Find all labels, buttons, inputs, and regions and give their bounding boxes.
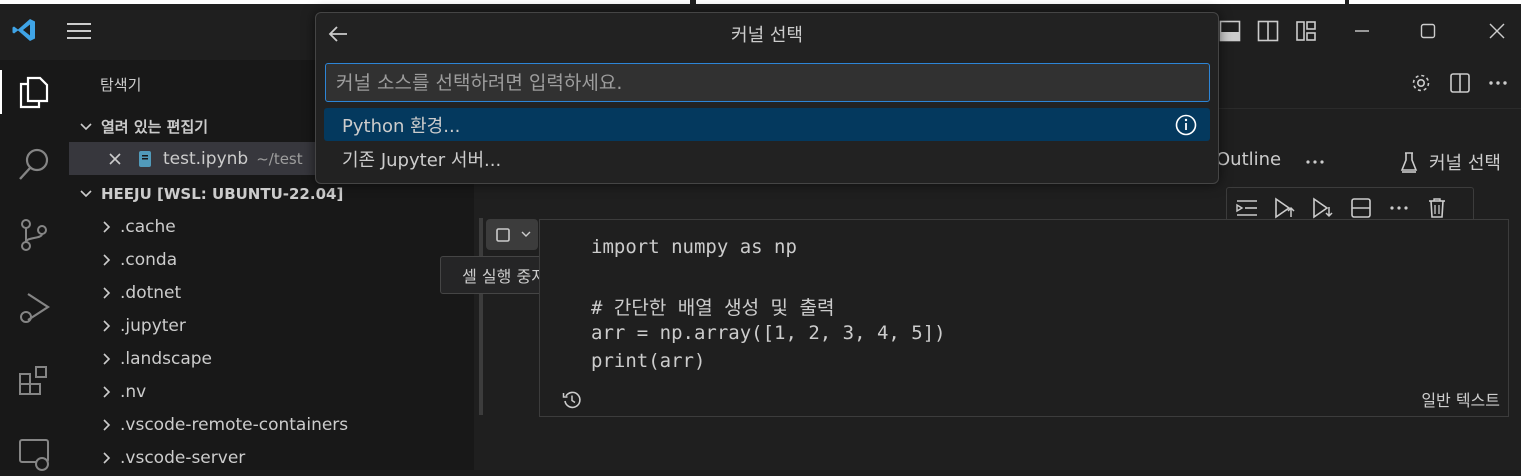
folder-label: .vscode-server xyxy=(120,447,246,468)
code-line: import numpy as np xyxy=(591,236,797,258)
activity-bar xyxy=(0,60,69,471)
chevron-right-icon xyxy=(103,253,111,266)
customize-layout-icon[interactable] xyxy=(1292,17,1320,45)
folder-item[interactable]: .jupyter xyxy=(69,309,474,342)
chevron-right-icon xyxy=(103,418,111,431)
code-line: arr = np.array([1, 2, 3, 4, 5]) xyxy=(591,321,946,344)
kernel-quick-pick: 커널 선택 Python 환경... 기존 Jupyter 서버... xyxy=(315,12,1219,184)
folder-item[interactable]: .vscode-server xyxy=(69,441,474,474)
stop-execution-button[interactable] xyxy=(486,219,538,250)
execute-above-icon[interactable] xyxy=(1233,195,1261,221)
folder-item[interactable]: .cache xyxy=(69,210,474,243)
open-editor-path: ~/test xyxy=(256,149,303,168)
outline-button[interactable]: Outline xyxy=(1216,149,1281,170)
sidebar-title: 탐색기 xyxy=(100,76,142,94)
folder-item[interactable]: .dotnet xyxy=(69,276,474,309)
quick-pick-item-label: 기존 Jupyter 서버... xyxy=(342,149,502,171)
source-control-icon[interactable] xyxy=(12,213,56,257)
explorer-icon[interactable] xyxy=(0,70,56,114)
folder-item[interactable]: .vscode-remote-containers xyxy=(69,408,474,441)
quick-pick-item-jupyter-server[interactable]: 기존 Jupyter 서버... xyxy=(324,142,1210,175)
vscode-logo-icon xyxy=(8,16,40,44)
open-editor-filename: test.ipynb xyxy=(163,148,249,169)
cell-focus-indicator xyxy=(479,218,483,415)
notebook-file-icon xyxy=(139,150,151,167)
code-line: # 간단한 배열 생성 및 출력 xyxy=(591,297,835,320)
kernel-source-input[interactable] xyxy=(325,63,1210,102)
folder-label: .nv xyxy=(120,381,147,402)
folder-label: .conda xyxy=(120,249,178,270)
workspace-label: HEEJU [WSL: UBUNTU-22.04] xyxy=(101,184,344,203)
run-cells-below-icon[interactable] xyxy=(1309,195,1337,221)
chevron-right-icon xyxy=(103,319,111,332)
cell-more-icon[interactable] xyxy=(1385,195,1413,221)
toggle-panel-icon[interactable] xyxy=(1216,17,1244,45)
close-window-icon[interactable] xyxy=(1481,17,1513,45)
cell-language-label[interactable]: 일반 텍스트 xyxy=(1421,387,1500,411)
folder-item[interactable]: .nv xyxy=(69,375,474,408)
folder-item[interactable]: .landscape xyxy=(69,342,474,375)
run-cells-above-icon[interactable] xyxy=(1271,195,1299,221)
more-actions-icon[interactable] xyxy=(1485,70,1511,96)
execution-history-icon[interactable] xyxy=(560,388,584,412)
folder-label: .jupyter xyxy=(120,315,186,336)
settings-gear-icon[interactable] xyxy=(1408,70,1434,96)
stop-square-icon xyxy=(490,222,516,247)
minimize-icon[interactable] xyxy=(1346,17,1378,45)
search-icon[interactable] xyxy=(12,142,56,186)
delete-cell-icon[interactable] xyxy=(1423,195,1451,221)
remote-explorer-icon[interactable] xyxy=(12,432,56,476)
split-cell-icon[interactable] xyxy=(1347,195,1375,221)
open-editors-label: 열려 있는 편집기 xyxy=(101,118,209,136)
notebook-more-icon[interactable] xyxy=(1302,150,1328,174)
folder-label: .vscode-remote-containers xyxy=(120,414,349,435)
menu-icon[interactable] xyxy=(64,18,94,44)
chevron-right-icon xyxy=(103,385,111,398)
code-cell[interactable]: import numpy as np # 간단한 배열 생성 및 출력 arr = … xyxy=(539,219,1509,417)
chevron-right-icon xyxy=(103,220,111,233)
folder-item[interactable]: .conda xyxy=(69,243,474,276)
chevron-right-icon xyxy=(103,451,111,464)
chevron-down-icon xyxy=(80,122,92,130)
chevron-down-icon[interactable] xyxy=(517,224,535,244)
code-editor[interactable]: import numpy as np # 간단한 배열 생성 및 출력 arr = … xyxy=(591,236,946,379)
split-editor-icon[interactable] xyxy=(1447,70,1473,96)
code-line: print(arr) xyxy=(591,350,706,373)
select-kernel-button[interactable]: 커널 선택 xyxy=(1429,149,1501,175)
info-icon[interactable] xyxy=(1174,113,1198,137)
close-editor-icon[interactable] xyxy=(108,152,122,166)
run-debug-icon[interactable] xyxy=(12,286,56,330)
chevron-right-icon xyxy=(103,286,111,299)
quick-pick-item-python-env[interactable]: Python 환경... xyxy=(324,108,1210,141)
desktop-edge xyxy=(0,0,1521,4)
folder-label: .dotnet xyxy=(120,282,182,303)
chevron-right-icon xyxy=(103,352,111,365)
folder-label: .landscape xyxy=(120,348,212,369)
toggle-secondary-sidebar-icon[interactable] xyxy=(1254,17,1282,45)
quick-pick-title: 커널 선택 xyxy=(731,25,803,46)
maximize-icon[interactable] xyxy=(1412,17,1444,45)
folder-label: .cache xyxy=(120,216,176,237)
quick-pick-item-label: Python 환경... xyxy=(342,115,461,137)
chevron-down-icon xyxy=(80,189,92,197)
kernel-flask-icon[interactable] xyxy=(1397,149,1421,175)
extensions-icon[interactable] xyxy=(12,358,56,402)
